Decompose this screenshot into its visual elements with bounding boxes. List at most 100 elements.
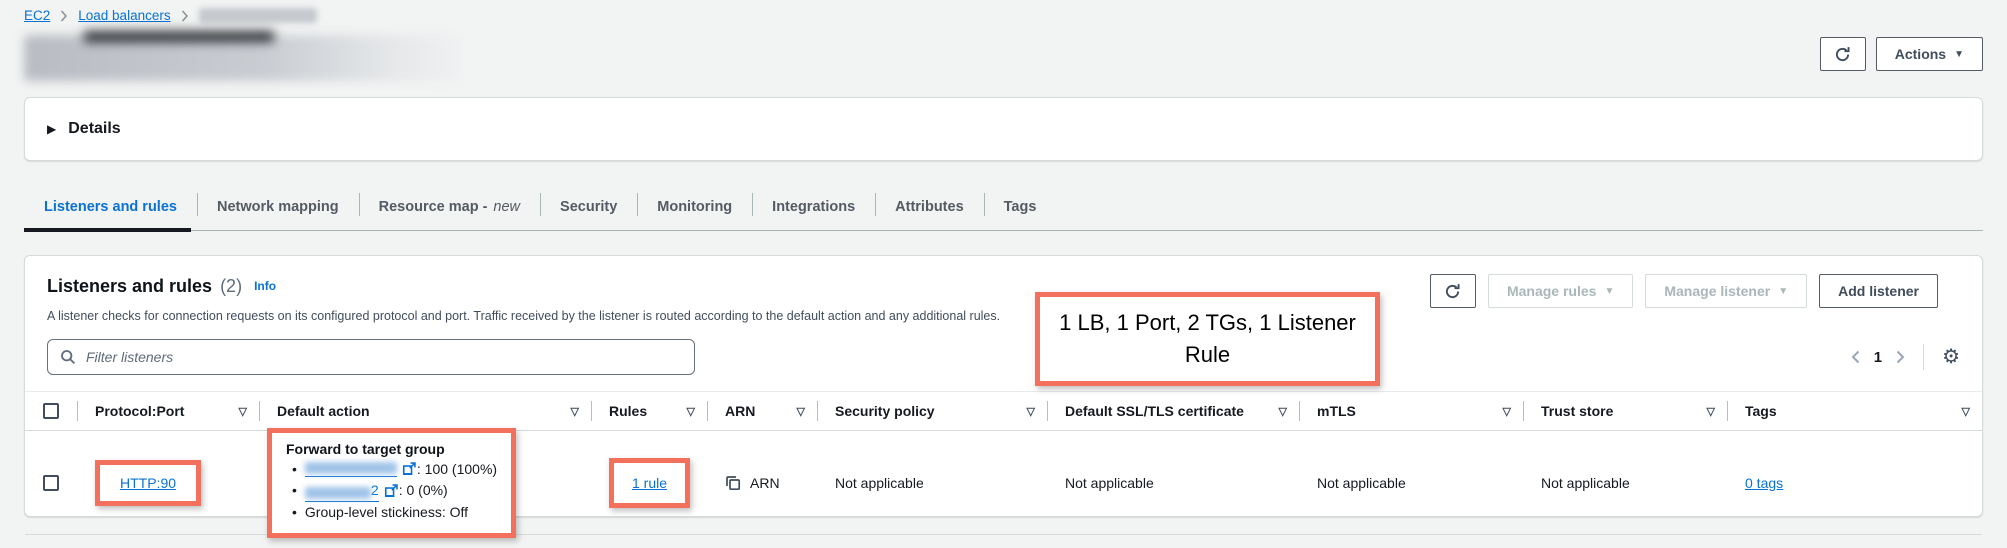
sort-icon[interactable]: ▽ [687, 405, 707, 418]
rules-link[interactable]: 1 rule [632, 475, 667, 491]
column-default-action: Default action [277, 403, 370, 419]
tab-tags[interactable]: Tags [984, 183, 1057, 230]
info-link[interactable]: Info [254, 279, 276, 293]
current-page-number[interactable]: 1 [1874, 349, 1882, 366]
chevron-down-icon: ▼ [1604, 287, 1614, 297]
annotation-text: 1 LB, 1 Port, 2 TGs, 1 Listener Rule [1054, 307, 1361, 371]
column-tags: Tags [1745, 403, 1777, 419]
column-mtls: mTLS [1317, 403, 1356, 419]
security-policy-value: Not applicable [835, 475, 924, 491]
annotation-rules-box: 1 rule [609, 458, 690, 508]
breadcrumb-ec2-link[interactable]: EC2 [24, 8, 50, 23]
filter-listeners-searchbox [47, 339, 695, 375]
manage-listener-button[interactable]: Manage listener ▼ [1645, 274, 1807, 308]
filter-listeners-input[interactable] [86, 349, 682, 365]
tags-link[interactable]: 0 tags [1745, 475, 1783, 491]
tab-label: Listeners and rules [44, 199, 177, 215]
manage-rules-label: Manage rules [1507, 283, 1596, 299]
column-protocol-port: Protocol:Port [95, 403, 184, 419]
column-arn: ARN [725, 403, 755, 419]
sort-icon[interactable]: ▽ [1027, 405, 1047, 418]
tab-network-mapping[interactable]: Network mapping [197, 183, 359, 230]
tab-bar: Listeners and rules Network mapping Reso… [24, 183, 1983, 231]
chevron-right-icon [60, 10, 68, 22]
page-header: Actions ▼ [0, 23, 2007, 81]
forward-to-target-group-title: Forward to target group [286, 441, 497, 457]
external-link-icon[interactable] [402, 462, 416, 476]
sort-icon[interactable]: ▽ [1279, 405, 1299, 418]
manage-rules-button[interactable]: Manage rules ▼ [1488, 274, 1633, 308]
group-level-stickiness: Group-level stickiness: Off [305, 502, 468, 523]
add-listener-button[interactable]: Add listener [1819, 274, 1938, 308]
arn-label: ARN [750, 475, 780, 491]
target-group-2-name-redacted [305, 487, 371, 499]
mtls-value: Not applicable [1317, 475, 1406, 491]
manage-listener-label: Manage listener [1664, 283, 1770, 299]
listener-http90-link[interactable]: HTTP:90 [120, 475, 176, 491]
breadcrumb: EC2 Load balancers [0, 0, 2007, 23]
next-page-icon[interactable] [1896, 350, 1905, 364]
select-all-checkbox[interactable] [43, 403, 59, 419]
settings-gear-icon[interactable]: ⚙ [1942, 347, 1960, 367]
refresh-button[interactable] [1820, 37, 1866, 71]
panel-count: (2) [220, 276, 242, 297]
actions-button-label: Actions [1895, 46, 1946, 62]
tab-label: Security [560, 199, 617, 215]
column-default-ssl-certificate: Default SSL/TLS certificate [1065, 403, 1244, 419]
target-group-1-link[interactable] [305, 462, 397, 477]
refresh-icon [1834, 46, 1851, 63]
target-group-2-name-suffix: 2 [371, 480, 379, 501]
target-group-1-weight: : 100 (100%) [417, 459, 497, 480]
row-checkbox[interactable] [43, 475, 59, 491]
tab-label: Integrations [772, 199, 855, 215]
sort-icon[interactable]: ▽ [571, 405, 591, 418]
column-trust-store: Trust store [1541, 403, 1613, 419]
chevron-down-icon: ▼ [1778, 287, 1788, 297]
target-group-1-name-redacted [305, 462, 397, 474]
previous-page-icon[interactable] [1851, 350, 1860, 364]
tab-security[interactable]: Security [540, 183, 637, 230]
target-group-2-link[interactable]: 2 [305, 480, 379, 502]
breadcrumb-current-redacted [199, 8, 317, 23]
search-icon [60, 349, 76, 365]
sort-icon[interactable]: ▽ [797, 405, 817, 418]
actions-button[interactable]: Actions ▼ [1876, 37, 1983, 71]
tab-listeners-and-rules[interactable]: Listeners and rules [24, 183, 197, 230]
tab-label: Resource map - [379, 199, 488, 215]
annotation-default-action-box: Forward to target group : 100 (100%) 2 [267, 428, 516, 538]
sort-icon[interactable]: ▽ [239, 405, 259, 418]
pagination: 1 ⚙ [1851, 344, 1960, 370]
tab-new-badge: new [493, 199, 520, 215]
panel-description: A listener checks for connection request… [47, 309, 1047, 323]
tab-integrations[interactable]: Integrations [752, 183, 875, 230]
external-link-icon[interactable] [384, 484, 398, 498]
details-section[interactable]: ▶ Details [24, 97, 1983, 161]
ec2-load-balancer-page: EC2 Load balancers Actions ▼ ▶ Details L… [0, 0, 2007, 548]
trust-store-value: Not applicable [1541, 475, 1630, 491]
listeners-panel: Listeners and rules (2) Info A listener … [24, 255, 1983, 517]
tab-attributes[interactable]: Attributes [875, 183, 983, 230]
panel-title: Listeners and rules [47, 276, 212, 297]
column-rules: Rules [609, 403, 647, 419]
annotation-note: 1 LB, 1 Port, 2 TGs, 1 Listener Rule [1035, 292, 1380, 386]
sort-icon[interactable]: ▽ [1962, 405, 1982, 418]
tab-label: Monitoring [657, 199, 732, 215]
column-security-policy: Security policy [835, 403, 935, 419]
target-group-2-weight: : 0 (0%) [399, 480, 448, 501]
refresh-icon [1444, 283, 1461, 300]
add-listener-label: Add listener [1838, 283, 1919, 299]
tab-label: Attributes [895, 199, 963, 215]
table-header-row: Protocol:Port ▽ Default action ▽ Rules ▽ AR… [25, 391, 1982, 431]
tab-resource-map[interactable]: Resource map - new [359, 183, 540, 230]
chevron-down-icon: ▼ [1954, 50, 1964, 60]
sort-icon[interactable]: ▽ [1707, 405, 1727, 418]
details-label: Details [68, 120, 120, 138]
copy-icon[interactable] [725, 475, 741, 491]
sort-icon[interactable]: ▽ [1503, 405, 1523, 418]
breadcrumb-load-balancers-link[interactable]: Load balancers [78, 8, 170, 23]
listeners-table: Protocol:Port ▽ Default action ▽ Rules ▽ AR… [25, 391, 1982, 535]
panel-refresh-button[interactable] [1430, 274, 1476, 308]
tab-label: Tags [1004, 199, 1037, 215]
tab-monitoring[interactable]: Monitoring [637, 183, 752, 230]
stickiness-item: Group-level stickiness: Off [286, 502, 497, 523]
